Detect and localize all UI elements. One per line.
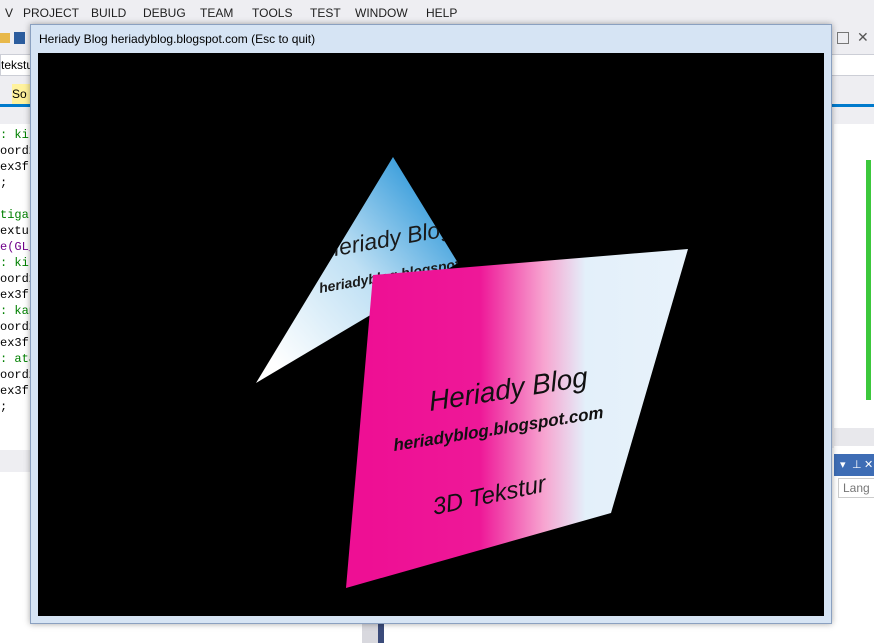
language-box[interactable]: Lang: [838, 478, 874, 498]
menu-tools[interactable]: TOOLS: [252, 6, 292, 20]
menu-test[interactable]: TEST: [310, 6, 341, 20]
save-icon[interactable]: [14, 32, 25, 44]
horizontal-scrollbar[interactable]: [834, 428, 874, 446]
menu-project[interactable]: PROJECT: [23, 6, 79, 20]
pin-icon[interactable]: ⊥: [852, 458, 862, 471]
code-line: oord2: [0, 320, 34, 334]
change-indicator-bar: [866, 160, 871, 400]
code-line: ex3f(: [0, 288, 34, 302]
code-line: extu: [0, 224, 29, 238]
menu-help[interactable]: HELP: [426, 6, 457, 20]
menu-debug[interactable]: DEBUG: [143, 6, 186, 20]
output-panel-header: ▾ ⊥ ✕: [834, 454, 874, 476]
code-line: ;: [0, 176, 8, 190]
scene-svg: Heriady Blog heriadyblog.blogspot.com He…: [256, 157, 688, 588]
close-icon[interactable]: ✕: [857, 29, 869, 46]
code-line: : kir: [0, 128, 34, 142]
ide-menu-bar: V PROJECT BUILD DEBUG TEAM TOOLS TEST WI…: [0, 0, 874, 26]
dropdown-icon[interactable]: ▾: [840, 458, 846, 471]
restore-icon[interactable]: [837, 32, 849, 44]
code-line: tiga: [0, 208, 29, 222]
code-line: oord2: [0, 272, 34, 286]
code-line: e(GL_: [0, 240, 34, 254]
code-line: : kir: [0, 256, 34, 270]
window-title: Heriady Blog heriadyblog.blogspot.com (E…: [39, 32, 316, 46]
folder-icon[interactable]: [0, 33, 10, 43]
menu-team[interactable]: TEAM: [200, 6, 233, 20]
config-combo[interactable]: [826, 54, 874, 76]
code-editor[interactable]: : kir oord2 ex3f(; tiga extu e(GL_ : kir oord2 e…: [0, 124, 34, 448]
code-line: oord2: [0, 368, 34, 382]
menu-window[interactable]: WINDOW: [355, 6, 408, 20]
code-line: ex3f(: [0, 384, 34, 398]
code-line: ex3f(: [0, 160, 34, 174]
menu-build[interactable]: BUILD: [91, 6, 126, 20]
code-line: : ata: [0, 352, 34, 366]
code-line: ;: [0, 400, 8, 414]
bottom-panel-header: [0, 450, 34, 472]
menu-view[interactable]: V: [5, 6, 13, 20]
code-line: ex3f(: [0, 336, 34, 350]
opengl-window[interactable]: Heriady Blog heriadyblog.blogspot.com (E…: [30, 24, 832, 624]
close-panel-icon[interactable]: ✕: [864, 458, 873, 471]
code-line: oord2: [0, 144, 34, 158]
gl-canvas[interactable]: Heriady Blog heriadyblog.blogspot.com He…: [38, 53, 824, 616]
code-line: : kan: [0, 304, 34, 318]
